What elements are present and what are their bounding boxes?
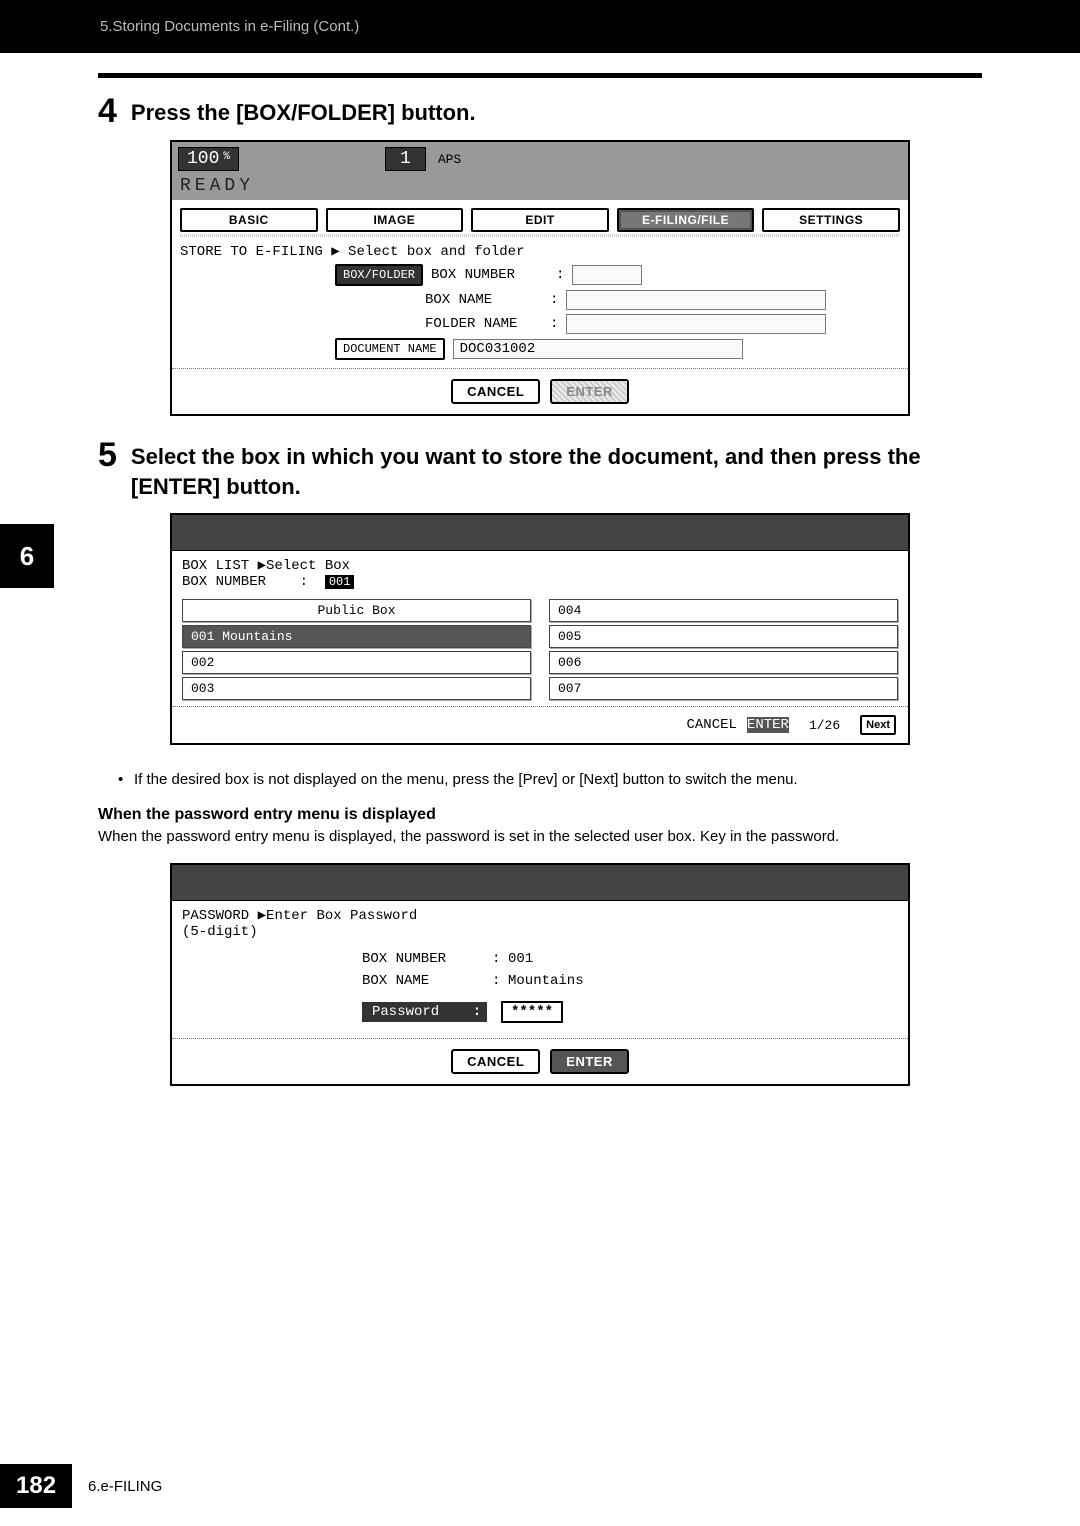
box-number-input[interactable] [572,265,642,285]
colon: : [550,316,566,332]
box-list-heading: BOX LIST ▶Select Box [182,557,898,574]
step-number: 5 [98,438,117,472]
note-bullet: If the desired box is not displayed on t… [98,767,982,802]
cancel-button[interactable]: CANCEL [451,379,540,404]
ratio-value: 100 [187,149,219,169]
ready-status: READY [172,176,908,200]
list-item[interactable]: 004 [549,599,898,622]
box-number-label: BOX NUMBER [431,267,556,283]
button-row: CANCEL ENTER [172,1038,908,1084]
tab-basic[interactable]: BASIC [180,208,318,232]
screen-topbar: 100 % 1 APS [172,142,908,176]
screen-blackbar [172,865,908,901]
button-row: CANCEL ENTER [172,368,908,414]
tab-image[interactable]: IMAGE [326,208,464,232]
cancel-button[interactable]: CANCEL [687,717,737,733]
list-item[interactable]: 005 [549,625,898,648]
instruction-text: STORE TO E-FILING ▶ Select box and folde… [172,237,908,262]
step-4: 4 Press the [BOX/FOLDER] button. [98,94,982,128]
folder-name-label: FOLDER NAME [425,316,550,332]
step-title: Press the [BOX/FOLDER] button. [131,94,476,128]
enter-button[interactable]: ENTER [550,1049,629,1074]
screen-blackbar [172,515,908,551]
copy-count: 1 [385,147,426,171]
page-number: 182 [0,1464,72,1508]
next-button[interactable]: Next [860,715,896,735]
footer-label: 6.e-FILING [88,1478,162,1495]
enter-button[interactable]: ENTER [747,717,789,733]
password-heading: PASSWORD ▶Enter Box Password [182,907,898,924]
page-indicator: 1/26 [809,718,840,733]
step-title: Select the box in which you want to stor… [131,438,982,501]
chapter-tab: 6 [0,524,54,588]
tab-efiling-file[interactable]: E-FILING/FILE [617,208,755,232]
box-number-label: BOX NUMBER [362,951,492,967]
folder-name-input[interactable] [566,314,826,334]
list-item[interactable]: 002 [182,651,531,674]
cancel-button[interactable]: CANCEL [451,1049,540,1074]
box-folder-button[interactable]: BOX/FOLDER [335,264,423,286]
page-header: 5.Storing Documents in e-Filing (Cont.) [0,0,1080,53]
list-item[interactable]: Public Box [182,599,531,622]
page-footer: 182 6.e-FILING [0,1464,162,1508]
rule [98,73,982,78]
document-name-value[interactable]: DOC031002 [453,339,743,359]
ratio-unit: % [223,151,230,163]
colon: : [550,292,566,308]
button-row: CANCEL ENTER 1/26 Next [172,706,908,743]
paragraph: When the password entry menu is displaye… [98,826,982,855]
box-name-label: BOX NAME [362,973,492,989]
box-name-input[interactable] [566,290,826,310]
screen-password: PASSWORD ▶Enter Box Password (5-digit) B… [170,863,910,1086]
box-number-label: BOX NUMBER [182,574,266,590]
list-item[interactable]: 003 [182,677,531,700]
box-number-value: 001 [508,951,533,967]
box-number-row: BOX NUMBER : 001 [182,574,898,590]
document-name-button[interactable]: DOCUMENT NAME [335,338,445,360]
tab-settings[interactable]: SETTINGS [762,208,900,232]
zoom-ratio: 100 % [178,147,239,171]
list-item[interactable]: 001 Mountains [182,625,531,648]
step-number: 4 [98,94,117,128]
box-name-value: Mountains [508,973,584,989]
screen-box-folder: 100 % 1 APS READY BASIC IMAGE EDIT E-FIL… [170,140,910,416]
tab-row: BASIC IMAGE EDIT E-FILING/FILE SETTINGS [172,200,908,234]
box-grid: Public Box 004 001 Mountains 005 002 006… [172,596,908,706]
box-name-label: BOX NAME [425,292,550,308]
password-subheading: (5-digit) [182,924,898,940]
colon: : [556,267,572,283]
subheading: When the password entry menu is displaye… [98,802,982,826]
box-number-value: 001 [325,575,355,589]
step-5: 5 Select the box in which you want to st… [98,438,982,501]
password-input[interactable]: ***** [501,1001,563,1023]
list-item[interactable]: 007 [549,677,898,700]
aps-label: APS [432,150,467,169]
tab-edit[interactable]: EDIT [471,208,609,232]
list-item[interactable]: 006 [549,651,898,674]
enter-button[interactable]: ENTER [550,379,629,404]
screen-box-list: BOX LIST ▶Select Box BOX NUMBER : 001 Pu… [170,513,910,745]
password-label: Password [362,1002,467,1022]
